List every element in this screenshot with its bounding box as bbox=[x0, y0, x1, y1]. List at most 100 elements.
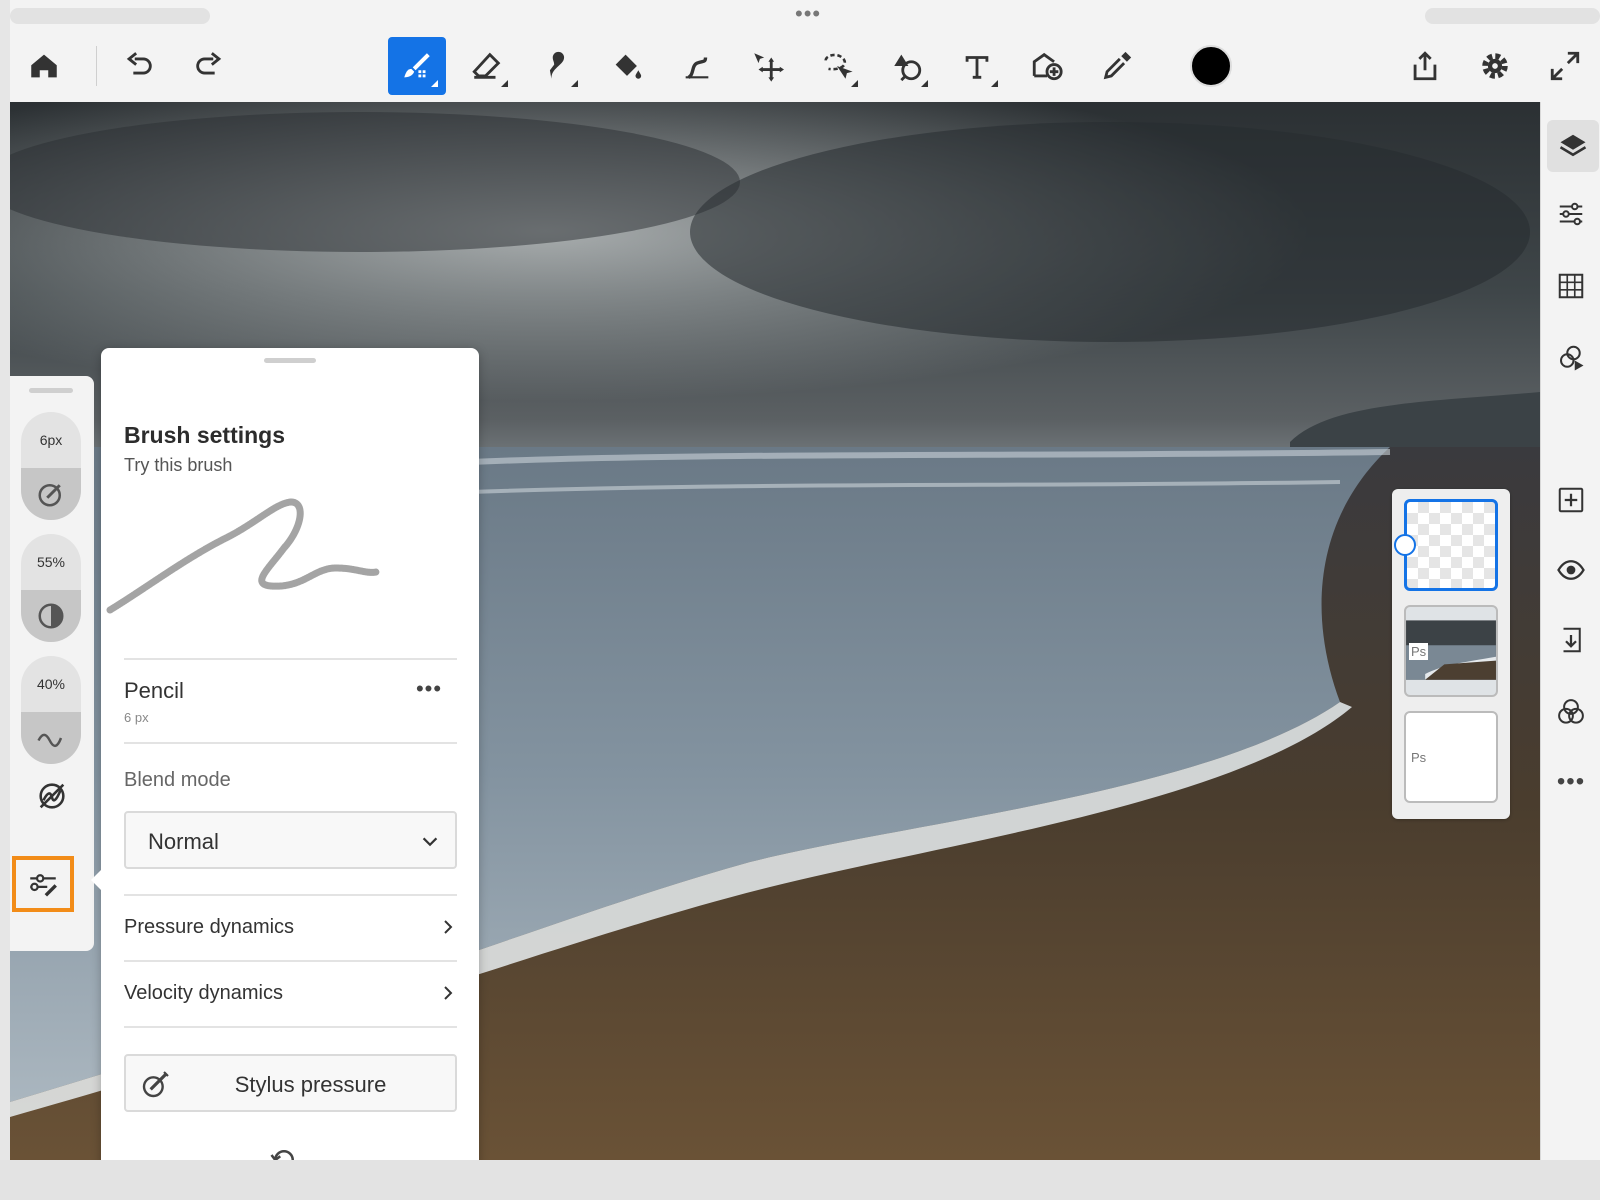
adjustments-button[interactable] bbox=[1549, 192, 1593, 236]
blend-mode-value: Normal bbox=[148, 829, 219, 854]
velocity-dynamics-label: Velocity dynamics bbox=[124, 982, 283, 1004]
fullscreen-button[interactable] bbox=[1536, 37, 1594, 95]
move-icon bbox=[754, 53, 784, 82]
home-icon bbox=[31, 54, 57, 78]
brush-library-button[interactable] bbox=[28, 772, 76, 820]
paint-bucket-tool[interactable] bbox=[598, 37, 656, 95]
merge-icon bbox=[1563, 627, 1581, 653]
brush-settings-panel: Brush settings Try this brush Pencil 6 p… bbox=[91, 348, 479, 1196]
chevron-right-icon bbox=[444, 986, 453, 1000]
liquify-icon bbox=[685, 57, 709, 79]
redo-button[interactable] bbox=[180, 37, 238, 95]
merge-button[interactable] bbox=[1549, 618, 1593, 662]
visibility-icon bbox=[1557, 560, 1585, 580]
smudge-icon bbox=[549, 51, 565, 79]
brush-size-slider[interactable]: 6px bbox=[21, 412, 81, 520]
undo-icon bbox=[126, 52, 152, 75]
panel-title: Brush settings bbox=[124, 422, 286, 448]
place-image-tool[interactable] bbox=[1018, 37, 1076, 95]
velocity-dynamics-row[interactable]: Velocity dynamics bbox=[124, 962, 457, 1024]
opacity-slider[interactable]: 55% bbox=[21, 534, 81, 642]
divider bbox=[124, 658, 457, 660]
stylus-pressure-button[interactable]: Stylus pressure bbox=[124, 1054, 457, 1112]
eraser-tool[interactable] bbox=[458, 37, 516, 95]
right-panel: ••• bbox=[1540, 102, 1600, 1200]
opacity-icon bbox=[38, 603, 64, 629]
rail-grab-handle[interactable] bbox=[29, 388, 73, 393]
type-icon bbox=[965, 56, 989, 79]
more-icon: ••• bbox=[1556, 768, 1586, 795]
settings-icon bbox=[1482, 53, 1508, 79]
pressure-dynamics-label: Pressure dynamics bbox=[124, 916, 295, 938]
blend-icon bbox=[1558, 699, 1584, 724]
effects-button[interactable] bbox=[1549, 336, 1593, 380]
layers-icon bbox=[1559, 134, 1587, 157]
brush-name: Pencil bbox=[124, 678, 184, 703]
brush-tool[interactable] bbox=[388, 37, 446, 95]
panel-grab-handle[interactable] bbox=[264, 358, 316, 363]
brush-stroke-preview[interactable] bbox=[106, 488, 396, 618]
eyedropper-icon bbox=[1103, 51, 1132, 80]
grid-icon bbox=[1558, 273, 1584, 299]
brush-settings-icon bbox=[30, 874, 57, 897]
effects-icon bbox=[1560, 345, 1584, 371]
blend-mode-select[interactable]: Normal bbox=[124, 811, 457, 869]
toolbar-divider bbox=[96, 46, 97, 86]
layer-thumbnail-blank[interactable]: Ps bbox=[1404, 711, 1498, 803]
lasso-tool[interactable] bbox=[808, 37, 866, 95]
healing-icon bbox=[894, 54, 922, 82]
ps-tag: Ps bbox=[1409, 749, 1429, 766]
eyedropper-tool[interactable] bbox=[1088, 37, 1146, 95]
brush-rail: 6px 55% 40% bbox=[10, 376, 94, 951]
status-pill-right bbox=[1425, 8, 1600, 24]
share-icon bbox=[1413, 51, 1437, 81]
bottom-strip bbox=[0, 1160, 1600, 1200]
popover-arrow bbox=[91, 868, 103, 892]
blend-mode-label: Blend mode bbox=[124, 769, 231, 791]
more-button[interactable]: ••• bbox=[1549, 760, 1593, 804]
layer-selection-handle[interactable] bbox=[1394, 534, 1416, 556]
home-button[interactable] bbox=[15, 37, 73, 95]
place-image-icon bbox=[1032, 52, 1063, 81]
panel-subtitle: Try this brush bbox=[124, 455, 233, 475]
eraser-icon bbox=[472, 52, 501, 79]
opacity-value: 55% bbox=[36, 554, 66, 570]
brush-library-icon bbox=[39, 783, 65, 809]
chevron-right-icon bbox=[444, 920, 453, 934]
brush-size-value: 6px bbox=[39, 432, 63, 448]
lasso-icon bbox=[824, 53, 853, 79]
smoothing-value: 40% bbox=[36, 676, 66, 692]
layers-button[interactable] bbox=[1547, 120, 1599, 172]
layers-stack: Ps Ps bbox=[1392, 489, 1510, 819]
fullscreen-icon bbox=[1550, 51, 1580, 81]
add-layer-button[interactable] bbox=[1549, 478, 1593, 522]
divider bbox=[124, 1026, 457, 1028]
move-tool[interactable] bbox=[738, 37, 796, 95]
add-layer-icon bbox=[1558, 487, 1584, 513]
undo-button[interactable] bbox=[110, 37, 168, 95]
visibility-button[interactable] bbox=[1549, 548, 1593, 592]
divider bbox=[124, 742, 457, 744]
smoothing-slider[interactable]: 40% bbox=[21, 656, 81, 764]
grid-button[interactable] bbox=[1549, 264, 1593, 308]
brush-settings-button[interactable] bbox=[12, 856, 74, 912]
share-button[interactable] bbox=[1396, 37, 1454, 95]
settings-button[interactable] bbox=[1466, 37, 1524, 95]
brush-icon bbox=[404, 53, 430, 78]
smudge-tool[interactable] bbox=[528, 37, 586, 95]
color-swatch[interactable] bbox=[1190, 45, 1232, 87]
smoothing-icon bbox=[37, 733, 63, 748]
multitask-dots[interactable]: ••• bbox=[795, 3, 821, 25]
liquify-tool[interactable] bbox=[668, 37, 726, 95]
ps-tag: Ps bbox=[1409, 643, 1429, 660]
layer-thumbnail-photo[interactable]: Ps bbox=[1404, 605, 1498, 697]
paint-bucket-icon bbox=[615, 54, 642, 79]
healing-tool[interactable] bbox=[878, 37, 936, 95]
brush-size-icon bbox=[38, 484, 61, 507]
blend-button[interactable] bbox=[1549, 690, 1593, 734]
brush-size-label: 6 px bbox=[124, 710, 149, 725]
type-tool[interactable] bbox=[948, 37, 1006, 95]
pressure-dynamics-row[interactable]: Pressure dynamics bbox=[124, 896, 457, 958]
layer-thumbnail-empty[interactable] bbox=[1404, 499, 1498, 591]
brush-options-button[interactable]: ••• bbox=[409, 676, 449, 706]
